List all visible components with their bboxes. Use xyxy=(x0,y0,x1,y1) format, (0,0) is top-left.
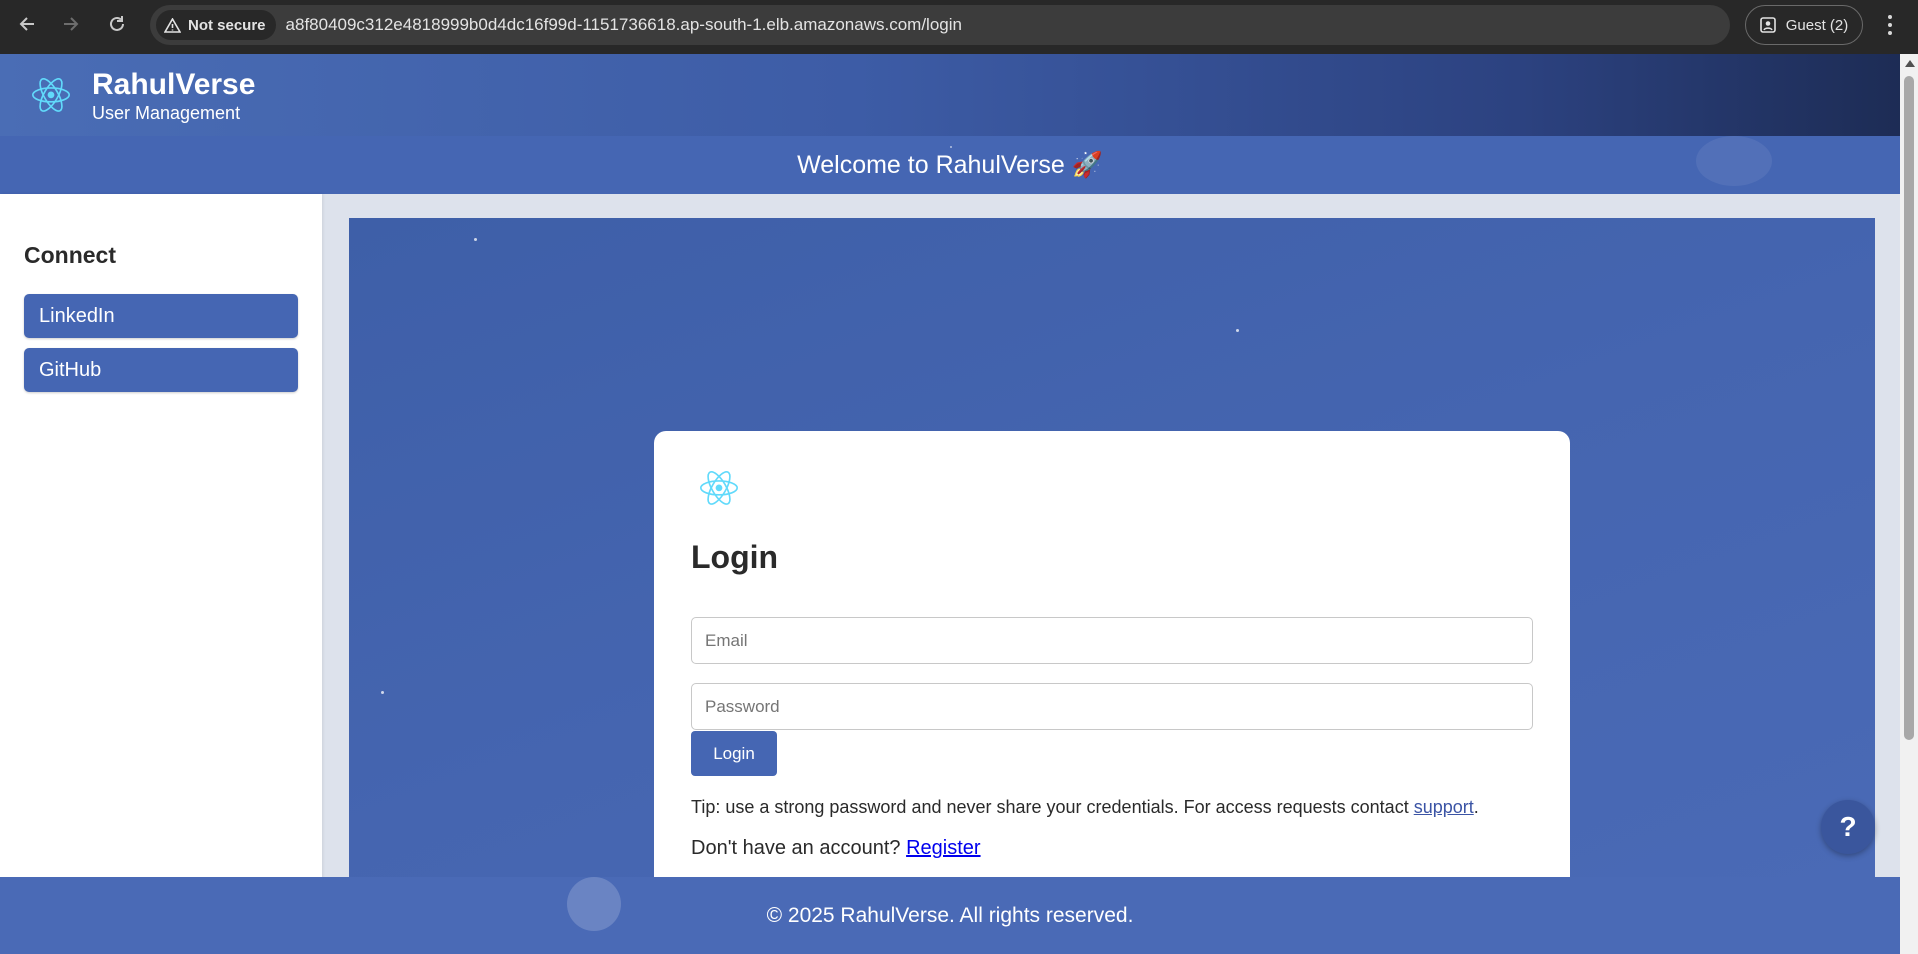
decorative-star xyxy=(1236,329,1239,332)
back-icon[interactable] xyxy=(12,9,42,39)
page-scrollbar[interactable] xyxy=(1900,54,1918,954)
forward-icon[interactable] xyxy=(56,9,86,39)
brand-subtitle: User Management xyxy=(92,103,241,123)
profile-label: Guest (2) xyxy=(1785,16,1849,34)
footer: © 2025 RahulVerse. All rights reserved. xyxy=(0,877,1900,954)
security-indicator[interactable]: Not secure xyxy=(156,10,276,40)
profile-button[interactable]: Guest (2) xyxy=(1745,5,1863,45)
support-link[interactable]: support xyxy=(1414,797,1474,817)
help-button[interactable]: ? xyxy=(1821,800,1875,854)
reload-icon[interactable] xyxy=(102,9,132,39)
scroll-up-arrow-icon[interactable] xyxy=(1905,60,1915,67)
password-field[interactable] xyxy=(691,683,1533,730)
sidebar: Connect LinkedIn GitHub xyxy=(0,194,322,894)
email-field[interactable] xyxy=(691,617,1533,664)
decorative-orb xyxy=(1696,136,1772,186)
signup-prompt: Don't have an account? Register xyxy=(691,837,981,860)
decorative-star xyxy=(381,691,384,694)
url-text[interactable]: a8f80409c312e4818999b0d4dc16f99d-1151736… xyxy=(286,15,962,35)
decorative-bubble xyxy=(567,877,621,931)
tip-end: . xyxy=(1473,797,1479,817)
login-background: Login Login Tip: use a strong password a… xyxy=(349,218,1875,908)
signup-text: Don't have an account? xyxy=(691,837,907,859)
page-viewport: RahulVerse User Management Welcome to Ra… xyxy=(0,54,1900,954)
decorative-star xyxy=(950,146,952,148)
scroll-thumb[interactable] xyxy=(1904,76,1914,740)
app-header: RahulVerse User Management xyxy=(0,54,1900,136)
address-bar[interactable]: Not secure a8f80409c312e4818999b0d4dc16f… xyxy=(150,5,1730,45)
login-title: Login xyxy=(691,539,779,575)
security-label: Not secure xyxy=(188,16,266,34)
footer-text: © 2025 RahulVerse. All rights reserved. xyxy=(766,903,1134,927)
browser-toolbar: Not secure a8f80409c312e4818999b0d4dc16f… xyxy=(0,0,1918,54)
brand-title: RahulVerse xyxy=(92,68,256,101)
welcome-banner: Welcome to RahulVerse 🚀 xyxy=(0,136,1900,194)
security-tip: Tip: use a strong password and never sha… xyxy=(691,797,1479,818)
warning-icon xyxy=(164,17,181,33)
tip-text: Tip: use a strong password and never sha… xyxy=(691,797,1414,817)
profile-icon xyxy=(1759,17,1776,33)
react-logo-icon xyxy=(32,77,70,112)
decorative-star xyxy=(474,238,477,241)
register-link[interactable]: Register xyxy=(906,837,980,859)
login-card: Login Login Tip: use a strong password a… xyxy=(654,431,1570,908)
login-button[interactable]: Login xyxy=(691,731,777,776)
react-logo-icon xyxy=(700,470,738,505)
linkedin-button[interactable]: LinkedIn xyxy=(24,294,298,338)
github-button[interactable]: GitHub xyxy=(24,348,298,392)
browser-menu-icon[interactable] xyxy=(1880,10,1900,40)
welcome-text: Welcome to RahulVerse 🚀 xyxy=(797,150,1103,179)
sidebar-title: Connect xyxy=(24,242,116,268)
